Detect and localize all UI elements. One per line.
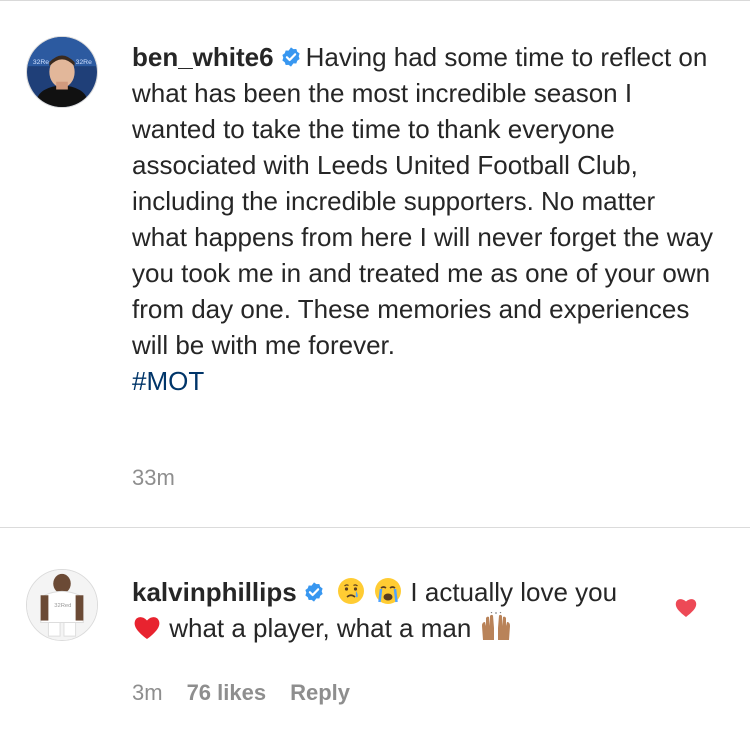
post-meta: 33m xyxy=(132,465,175,491)
crying-face-emoji-icon xyxy=(337,578,364,604)
post-hashtag[interactable]: #MOT xyxy=(132,366,204,396)
red-heart-emoji-icon xyxy=(134,617,160,639)
raising-hands-emoji-icon xyxy=(481,612,510,640)
svg-text:32Red: 32Red xyxy=(54,603,71,609)
comment-body: kalvinphillips I actually love you what … xyxy=(132,574,652,646)
profile-photo: 32Red xyxy=(27,570,97,640)
kalvin-phillips-avatar[interactable]: 32Red xyxy=(26,569,98,641)
comment-timestamp[interactable]: 3m xyxy=(132,680,163,705)
post-caption: ben_white6 Having had some time to reflec… xyxy=(132,39,717,399)
comment-text-part1: I actually love you xyxy=(410,577,618,607)
section-divider xyxy=(0,527,750,528)
top-divider xyxy=(0,0,750,1)
comment-likes[interactable]: 76 likes xyxy=(187,680,267,705)
comment-text-part2: what a player, what a man xyxy=(169,613,472,643)
like-heart-icon[interactable] xyxy=(674,596,698,618)
profile-photo: 32Re 32Re xyxy=(27,37,97,107)
verified-badge-icon xyxy=(281,47,300,67)
post-username[interactable]: ben_white6 xyxy=(132,42,274,72)
ben-white-avatar[interactable]: 32Re 32Re xyxy=(26,36,98,108)
post-timestamp[interactable]: 33m xyxy=(132,465,175,490)
reply-button[interactable]: Reply xyxy=(290,680,350,705)
post-caption-text: Having had some time to reflect on what … xyxy=(132,42,713,360)
svg-text:32Re: 32Re xyxy=(76,59,92,66)
verified-badge-icon xyxy=(305,582,323,602)
comment-username[interactable]: kalvinphillips xyxy=(132,577,297,607)
svg-text:32Re: 32Re xyxy=(33,59,49,66)
comment-meta: 3m 76 likes Reply xyxy=(132,680,350,706)
crying-face-emoji-icon xyxy=(375,578,402,604)
